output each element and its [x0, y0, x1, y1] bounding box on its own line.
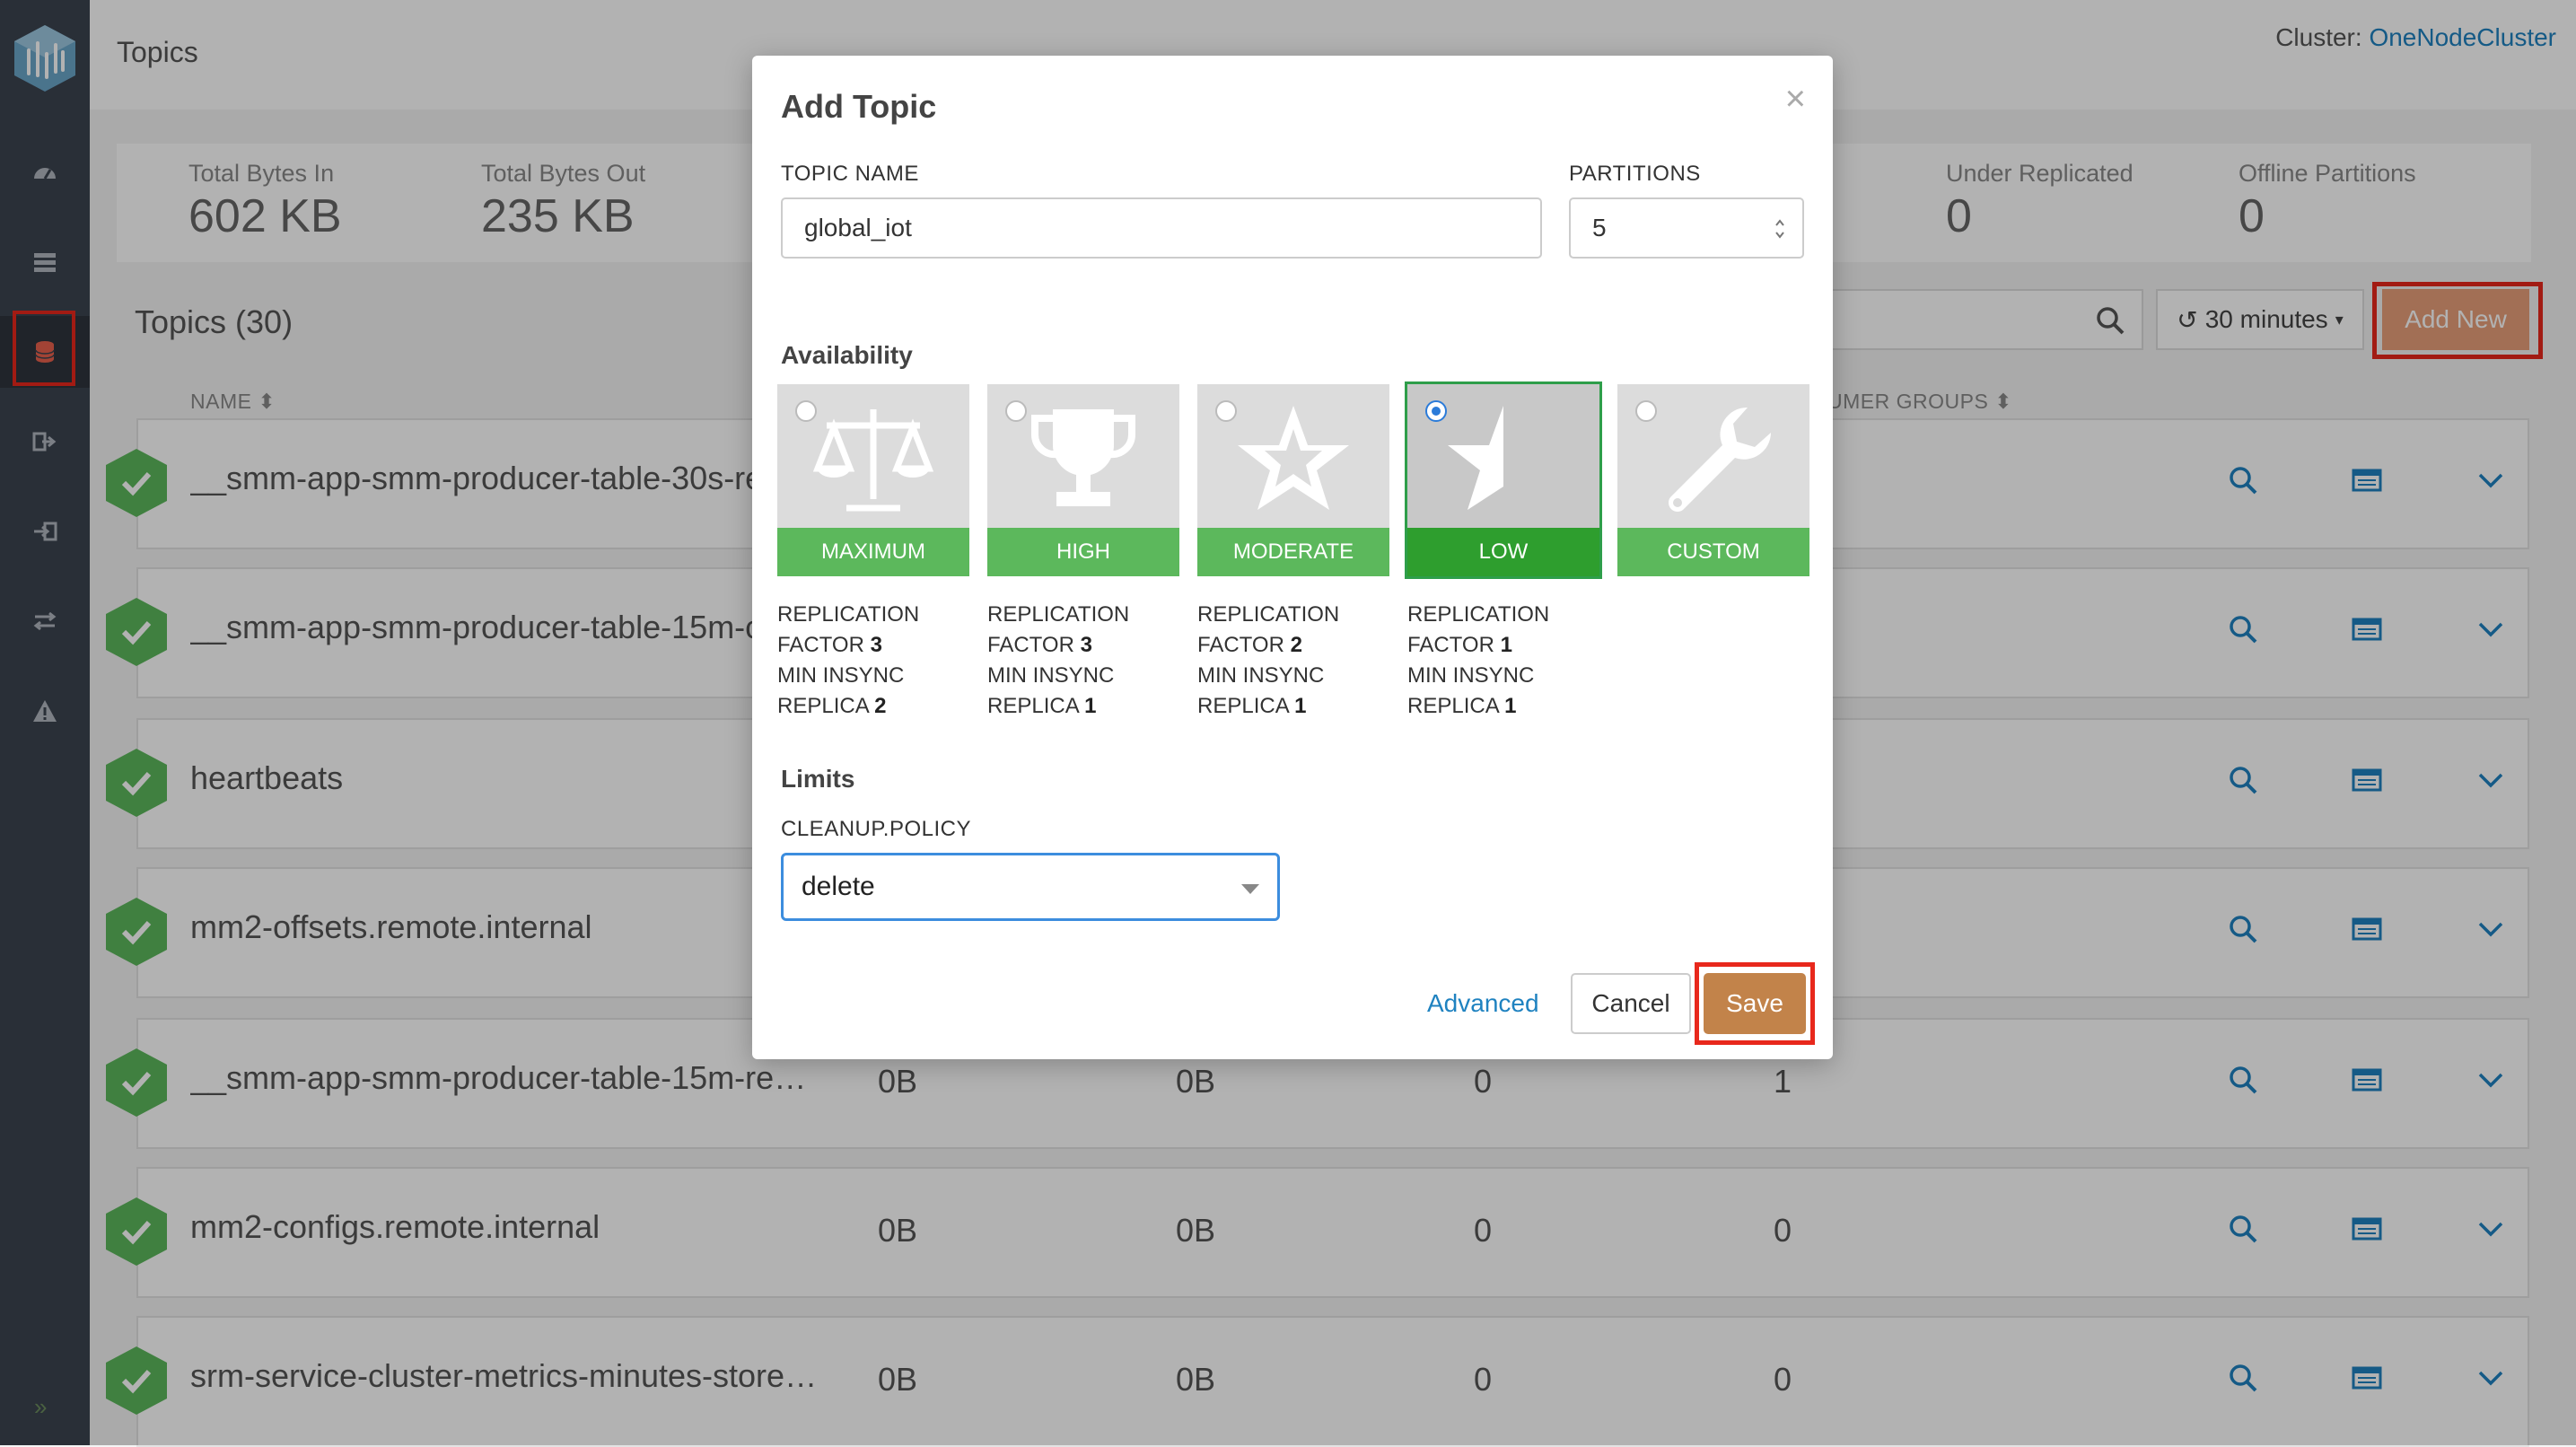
availability-label[interactable]: CUSTOM: [1617, 528, 1809, 576]
availability-tile[interactable]: [1617, 384, 1809, 528]
add-topic-dialog: Add Topic × TOPIC NAME global_iot PARTIT…: [752, 56, 1833, 1059]
desc-line: REPLICATION: [987, 602, 1130, 627]
desc-line: MIN INSYNC: [777, 663, 905, 688]
cancel-button[interactable]: Cancel: [1571, 973, 1691, 1034]
desc-text: FACTOR: [777, 633, 864, 657]
min-insync-value: 1: [1084, 694, 1097, 718]
replication-factor-value: 2: [1290, 633, 1302, 657]
topic-name-label: TOPIC NAME: [781, 162, 919, 186]
min-insync-value: 1: [1504, 694, 1517, 718]
desc-line: REPLICATION: [1407, 602, 1550, 627]
wrench-icon: [1669, 407, 1771, 512]
star-icon: [1238, 406, 1349, 510]
availability-tile[interactable]: [777, 384, 969, 528]
replication-factor-value: 1: [1500, 633, 1512, 657]
desc-line: FACTOR 1: [1407, 630, 1549, 661]
highlight-box: [1695, 962, 1815, 1045]
radio-button[interactable]: [1425, 400, 1447, 422]
desc-line: MIN INSYNC: [1407, 663, 1535, 688]
radio-button[interactable]: [795, 400, 817, 422]
radio-button[interactable]: [1635, 400, 1657, 422]
trophy-icon: [1030, 409, 1136, 506]
desc-text: FACTOR: [1407, 633, 1494, 657]
availability-heading: Availability: [781, 341, 913, 369]
availability-option-moderate[interactable]: MODERATE: [1197, 384, 1389, 576]
min-insync-value: 1: [1294, 694, 1307, 718]
desc-line: REPLICATION: [1197, 602, 1340, 627]
desc-line: REPLICATION: [777, 602, 920, 627]
partitions-label: PARTITIONS: [1569, 162, 1701, 186]
partitions-value: 5: [1592, 214, 1607, 241]
availability-label[interactable]: MAXIMUM: [777, 528, 969, 576]
caret-down-icon: [1241, 884, 1259, 894]
availability-description: REPLICATION FACTOR 3 MIN INSYNC REPLICA 2: [777, 600, 919, 722]
desc-line: REPLICA 1: [987, 691, 1129, 722]
replication-factor-value: 3: [1080, 633, 1092, 657]
availability-label[interactable]: MODERATE: [1197, 528, 1389, 576]
availability-option-high[interactable]: HIGH: [987, 384, 1179, 576]
advanced-link[interactable]: Advanced: [1427, 989, 1539, 1018]
availability-label[interactable]: LOW: [1407, 528, 1599, 576]
cleanup-policy-select[interactable]: delete: [781, 853, 1280, 921]
cleanup-policy-value: delete: [802, 872, 875, 901]
desc-text: FACTOR: [1197, 633, 1284, 657]
availability-description: REPLICATION FACTOR 2 MIN INSYNC REPLICA 1: [1197, 600, 1339, 722]
availability-option-maximum[interactable]: MAXIMUM: [777, 384, 969, 576]
availability-tile[interactable]: [1197, 384, 1389, 528]
topic-name-input[interactable]: global_iot: [781, 197, 1542, 259]
desc-line: REPLICA 2: [777, 691, 919, 722]
desc-line: FACTOR 3: [987, 630, 1129, 661]
desc-text: REPLICA: [777, 694, 869, 718]
desc-line: MIN INSYNC: [987, 663, 1115, 688]
stepper-icon[interactable]: [1774, 215, 1786, 242]
availability-description: REPLICATION FACTOR 1 MIN INSYNC REPLICA 1: [1407, 600, 1549, 722]
desc-line: REPLICA 1: [1197, 691, 1339, 722]
availability-tile[interactable]: [987, 384, 1179, 528]
desc-line: FACTOR 2: [1197, 630, 1339, 661]
availability-description: REPLICATION FACTOR 3 MIN INSYNC REPLICA 1: [987, 600, 1129, 722]
partitions-input[interactable]: 5: [1569, 197, 1804, 259]
availability-tile[interactable]: [1407, 384, 1599, 528]
availability-option-custom[interactable]: CUSTOM: [1617, 384, 1809, 576]
dialog-title: Add Topic: [781, 88, 937, 125]
availability-label[interactable]: HIGH: [987, 528, 1179, 576]
cleanup-policy-label: CLEANUP.POLICY: [781, 817, 971, 841]
balance-scale-icon: [812, 409, 934, 512]
radio-button[interactable]: [1005, 400, 1027, 422]
min-insync-value: 2: [874, 694, 887, 718]
desc-text: REPLICA: [1407, 694, 1499, 718]
replication-factor-value: 3: [870, 633, 882, 657]
desc-text: FACTOR: [987, 633, 1074, 657]
desc-text: REPLICA: [987, 694, 1079, 718]
desc-line: FACTOR 3: [777, 630, 919, 661]
availability-option-low[interactable]: LOW: [1405, 381, 1602, 579]
desc-line: MIN INSYNC: [1197, 663, 1325, 688]
limits-heading: Limits: [781, 765, 855, 793]
half-star-icon: [1448, 406, 1503, 510]
close-icon[interactable]: ×: [1785, 79, 1806, 119]
radio-button[interactable]: [1215, 400, 1237, 422]
desc-text: REPLICA: [1197, 694, 1289, 718]
desc-line: REPLICA 1: [1407, 691, 1549, 722]
